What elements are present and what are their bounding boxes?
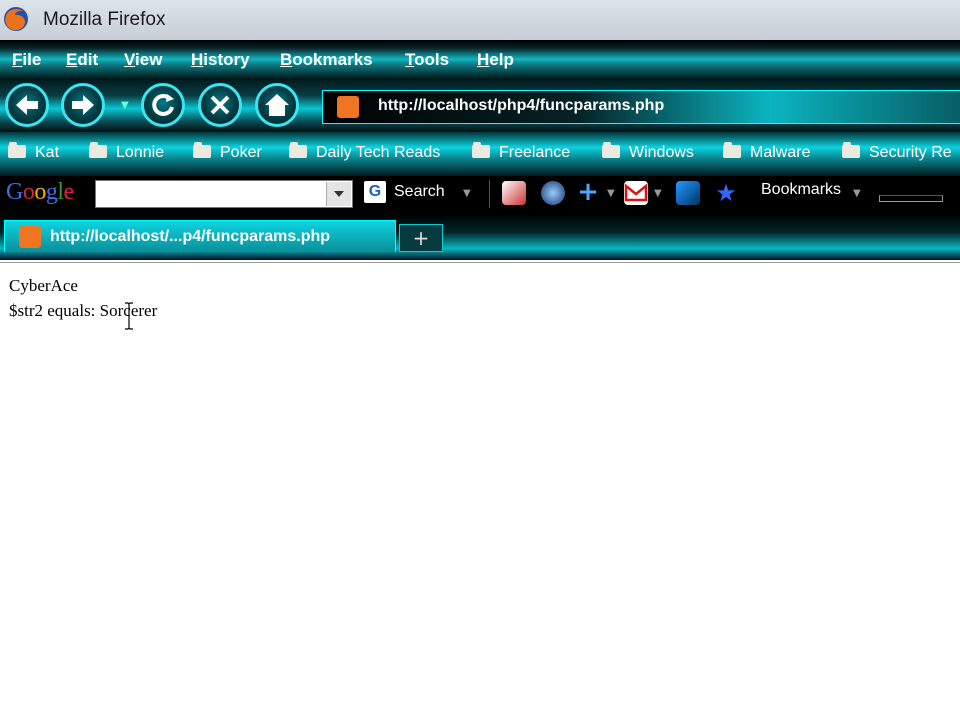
- output-line-1: CyberAce: [9, 276, 78, 295]
- menu-tools[interactable]: Tools: [405, 50, 449, 70]
- menu-file[interactable]: File: [12, 50, 41, 70]
- output-line-2: $str2 equals: Sorcerer: [9, 301, 158, 320]
- window-titlebar: Mozilla Firefox: [0, 0, 960, 41]
- address-bar[interactable]: http://localhost/php4/funcparams.php: [322, 90, 960, 124]
- google-search-label: Search: [394, 183, 445, 200]
- bookmark-label: Daily Tech Reads: [316, 144, 441, 161]
- folder-icon: [472, 142, 490, 158]
- tab-label: http://localhost/...p4/funcparams.php: [50, 228, 331, 245]
- google-bookmarks-button[interactable]: Bookmarks: [761, 181, 841, 199]
- search-options-chevron-icon[interactable]: ▼: [463, 188, 471, 199]
- bookmark-daily-tech-reads[interactable]: Daily Tech Reads: [289, 142, 441, 162]
- gmail-icon[interactable]: [624, 181, 648, 205]
- bookmark-label: Security Re: [869, 144, 952, 161]
- bookmark-label: Lonnie: [116, 144, 165, 161]
- tab-strip: http://localhost/...p4/funcparams.php +: [0, 214, 960, 260]
- bookmark-poker[interactable]: Poker: [193, 142, 262, 162]
- star-icon[interactable]: ★: [714, 181, 738, 205]
- stop-x-icon: [210, 95, 230, 115]
- toolbar-resize-handle[interactable]: [879, 195, 943, 202]
- news-icon[interactable]: [676, 181, 700, 205]
- address-url: http://localhost/php4/funcparams.php: [378, 97, 665, 114]
- tab-funcparams[interactable]: http://localhost/...p4/funcparams.php: [4, 220, 396, 252]
- add-plus-icon[interactable]: +: [576, 179, 600, 205]
- folder-icon: [89, 142, 107, 158]
- firefox-icon: [4, 7, 28, 31]
- window-title: Mozilla Firefox: [43, 9, 166, 30]
- google-logo[interactable]: Google: [6, 179, 74, 206]
- google-search-input[interactable]: [95, 180, 353, 208]
- stop-button[interactable]: [198, 83, 242, 127]
- add-chevron-icon[interactable]: ▼: [607, 188, 615, 199]
- folder-icon: [723, 142, 741, 158]
- bookmark-label: Windows: [629, 144, 694, 161]
- pagerank-icon[interactable]: [502, 181, 526, 205]
- bookmarks-toolbar: Kat Lonnie Poker Daily Tech Reads Freela…: [0, 132, 960, 176]
- folder-icon: [193, 142, 211, 158]
- bookmarks-chevron-icon[interactable]: ▼: [853, 188, 861, 199]
- history-dropdown-icon[interactable]: ▼: [121, 100, 129, 111]
- google-search-button[interactable]: G Search: [364, 181, 445, 203]
- forward-button[interactable]: [61, 83, 105, 127]
- bookmark-kat[interactable]: Kat: [8, 142, 60, 162]
- menu-bookmarks[interactable]: Bookmarks: [280, 50, 373, 70]
- folder-icon: [8, 142, 26, 158]
- google-toolbar: Google G Search ▼ + ▼ ▼ ★ Bookmarks ▼: [0, 176, 960, 214]
- reload-button[interactable]: [141, 83, 185, 127]
- menu-history[interactable]: History: [191, 50, 250, 70]
- bookmark-freelance[interactable]: Freelance: [472, 142, 571, 162]
- text-cursor-icon: [125, 302, 133, 330]
- back-arrow-icon: [16, 95, 38, 115]
- home-button[interactable]: [255, 83, 299, 127]
- google-earth-icon[interactable]: [541, 181, 565, 205]
- forward-arrow-icon: [72, 95, 94, 115]
- menu-bar: File Edit View History Bookmarks Tools H…: [0, 40, 960, 80]
- back-button[interactable]: [5, 83, 49, 127]
- bookmark-label: Poker: [220, 144, 262, 161]
- new-tab-button[interactable]: +: [399, 224, 443, 252]
- toolbar-divider: [489, 180, 490, 208]
- folder-icon: [602, 142, 620, 158]
- bookmark-lonnie[interactable]: Lonnie: [89, 142, 165, 162]
- bookmark-security[interactable]: Security Re: [842, 142, 952, 162]
- page-content: CyberAce $str2 equals: Sorcerer: [0, 262, 960, 721]
- menu-help[interactable]: Help: [477, 50, 514, 70]
- home-icon: [265, 94, 289, 116]
- google-g-icon: G: [364, 181, 386, 203]
- reload-icon: [152, 93, 174, 116]
- folder-icon: [289, 142, 307, 158]
- folder-icon: [842, 142, 860, 158]
- search-history-dropdown-icon[interactable]: [326, 182, 351, 206]
- bookmark-windows[interactable]: Windows: [602, 142, 694, 162]
- gmail-chevron-icon[interactable]: ▼: [654, 188, 662, 199]
- bookmark-label: Freelance: [499, 144, 571, 161]
- menu-view[interactable]: View: [124, 50, 162, 70]
- bookmark-label: Kat: [35, 144, 60, 161]
- bookmark-malware[interactable]: Malware: [723, 142, 811, 162]
- tab-favicon-icon: [19, 226, 41, 248]
- bookmark-label: Malware: [750, 144, 811, 161]
- menu-edit[interactable]: Edit: [66, 50, 98, 70]
- site-favicon-icon: [337, 96, 359, 118]
